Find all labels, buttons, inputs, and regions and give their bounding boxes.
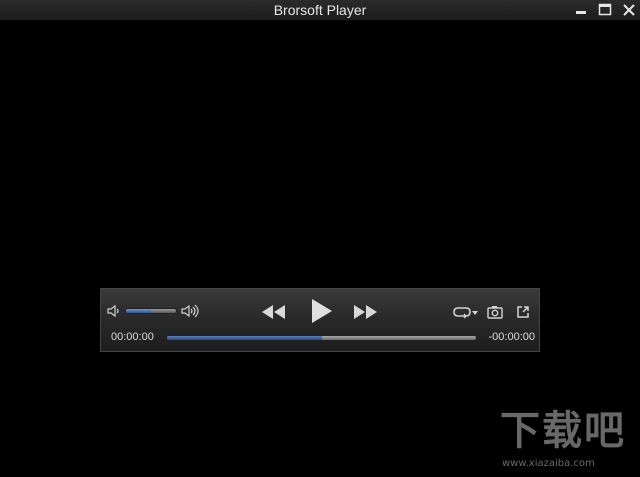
loop-icon — [453, 307, 478, 319]
camera-icon — [487, 306, 503, 319]
close-button[interactable] — [620, 1, 638, 19]
volume-level-fill — [126, 309, 151, 313]
fast-forward-icon — [354, 305, 377, 319]
rewind-icon — [262, 305, 285, 319]
play-button[interactable] — [310, 298, 334, 324]
mute-button[interactable] — [107, 304, 121, 318]
play-icon — [312, 299, 332, 323]
popout-button[interactable] — [516, 305, 530, 319]
minimize-button[interactable] — [572, 1, 590, 19]
maximize-icon — [598, 3, 612, 16]
fast-forward-button[interactable] — [353, 303, 379, 321]
player-window: Brorsoft Player 00:00:00 -00:00:00 下载吧 w… — [0, 0, 640, 477]
rewind-button[interactable] — [260, 303, 286, 321]
speaker-high-icon — [181, 304, 199, 318]
seek-bar[interactable] — [166, 335, 477, 341]
volume-slider[interactable] — [125, 308, 177, 314]
watermark-text: 下载吧 — [500, 408, 626, 454]
site-watermark-logo: 下载吧 www.xiazaiba.com — [498, 408, 638, 474]
window-title: Brorsoft Player — [273, 2, 367, 18]
elapsed-time: 00:00:00 — [111, 331, 154, 343]
loop-mode-dropdown[interactable] — [453, 305, 479, 319]
control-bar: 00:00:00 -00:00:00 — [100, 288, 540, 352]
title-bar[interactable]: Brorsoft Player — [0, 0, 640, 20]
watermark-url: www.xiazaiba.com — [502, 458, 595, 469]
volume-max-button[interactable] — [181, 303, 201, 319]
speaker-low-icon — [107, 304, 119, 318]
popout-icon — [517, 306, 529, 318]
minimize-icon — [576, 11, 586, 14]
snapshot-button[interactable] — [487, 305, 503, 319]
maximize-button[interactable] — [596, 1, 614, 19]
close-icon — [623, 4, 635, 16]
remaining-time: -00:00:00 — [488, 331, 535, 343]
seek-progress-fill — [167, 336, 322, 340]
